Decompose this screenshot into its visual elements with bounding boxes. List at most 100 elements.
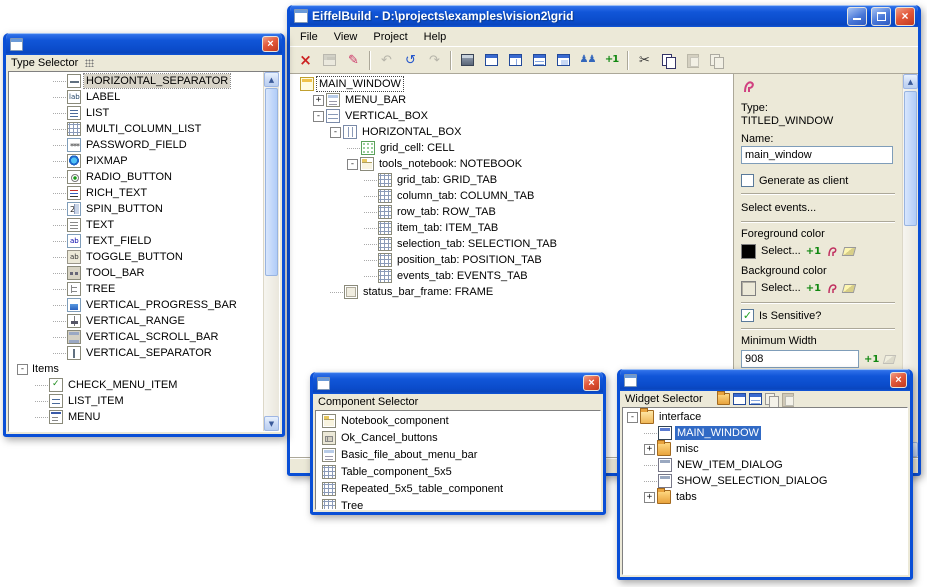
copy-icon[interactable] [765, 393, 778, 405]
menu-file[interactable]: File [292, 28, 326, 46]
eraser-icon[interactable] [883, 355, 896, 364]
structure-tree-item[interactable]: MAIN_WINDOW [292, 76, 733, 92]
foreground-select-button[interactable]: Select... [761, 243, 801, 259]
component-item[interactable]: Table_component_5x5 [316, 463, 600, 480]
widget-tree-item[interactable]: +misc [623, 441, 907, 457]
type-selector-item[interactable]: TOGGLE_BUTTON [9, 249, 279, 265]
type-selector-item[interactable]: LABEL [9, 89, 279, 105]
add-editor-icon[interactable]: +1 [600, 49, 623, 72]
type-selector-item[interactable]: -Items [9, 361, 279, 377]
select-events-button[interactable]: Select events... [741, 200, 895, 216]
structure-tree-item[interactable]: position_tab: POSITION_TAB [292, 252, 733, 268]
structure-tree-item[interactable]: column_tab: COLUMN_TAB [292, 188, 733, 204]
component-selector-window-icon[interactable] [504, 49, 527, 72]
close-button[interactable]: × [583, 375, 600, 391]
new-folder-icon[interactable] [717, 393, 730, 405]
pick-and-drop-icon[interactable] [826, 282, 838, 295]
type-selector-item[interactable]: VERTICAL_PROGRESS_BAR [9, 297, 279, 313]
copy-icon[interactable] [657, 49, 680, 72]
add-icon[interactable]: +1 [864, 354, 879, 365]
collapse-icon[interactable]: - [627, 412, 638, 423]
menu-help[interactable]: Help [416, 28, 455, 46]
type-selector-item[interactable]: TEXT_FIELD [9, 233, 279, 249]
structure-tree-item[interactable]: status_bar_frame: FRAME [292, 284, 733, 300]
structure-tree-item[interactable]: grid_cell: CELL [292, 140, 733, 156]
scrollbar-track[interactable] [264, 87, 279, 416]
add-widget-icon[interactable] [733, 393, 746, 405]
generate-as-client-checkbox[interactable]: Generate as client [741, 174, 895, 187]
scrollbar-thumb[interactable] [904, 91, 917, 226]
cut-icon[interactable]: ✂ [633, 49, 656, 72]
foreground-color-swatch[interactable] [741, 244, 756, 259]
reset-history-icon[interactable]: ↺ [399, 49, 422, 72]
structure-tree-item[interactable]: -VERTICAL_BOX [292, 108, 733, 124]
expand-icon[interactable]: + [644, 492, 655, 503]
type-selector-item[interactable]: VERTICAL_SCROLL_BAR [9, 329, 279, 345]
widget-tree-item[interactable]: SHOW_SELECTION_DIALOG [623, 473, 907, 489]
expand-icon[interactable]: + [313, 95, 324, 106]
grid-icon[interactable] [749, 393, 762, 405]
scroll-up-icon[interactable]: ▲ [903, 74, 918, 89]
add-icon[interactable]: +1 [806, 246, 821, 257]
users-icon[interactable]: ♟♟ [576, 49, 599, 72]
close-button[interactable]: × [890, 372, 907, 388]
collapse-icon[interactable]: - [330, 127, 341, 138]
component-item[interactable]: Basic_file_about_menu_bar [316, 446, 600, 463]
type-selector-titlebar[interactable]: × [6, 33, 282, 55]
component-item[interactable]: Ok_Cancel_buttons [316, 429, 600, 446]
type-selector-item[interactable]: MULTI_COLUMN_LIST [9, 121, 279, 137]
type-selector-item[interactable]: RICH_TEXT [9, 185, 279, 201]
widget-tree-item[interactable]: -interface [623, 409, 907, 425]
type-selector-item[interactable]: TEXT [9, 217, 279, 233]
structure-tree-item[interactable]: grid_tab: GRID_TAB [292, 172, 733, 188]
type-selector-item[interactable]: LIST [9, 105, 279, 121]
type-selector-item[interactable]: PASSWORD_FIELD [9, 137, 279, 153]
type-selector-item[interactable]: MENU [9, 409, 279, 425]
eraser-icon[interactable] [842, 284, 856, 293]
pick-and-drop-icon[interactable] [826, 245, 838, 258]
type-selector-item[interactable]: LIST_ITEM [9, 393, 279, 409]
main-titlebar[interactable]: EiffelBuild - D:\projects\examples\visio… [290, 5, 918, 27]
collapse-icon[interactable]: - [313, 111, 324, 122]
modify-tool-icon[interactable] [741, 79, 757, 95]
type-selector-item[interactable]: VERTICAL_RANGE [9, 313, 279, 329]
type-selector-item[interactable]: TREE [9, 281, 279, 297]
structure-tree-item[interactable]: -HORIZONTAL_BOX [292, 124, 733, 140]
close-button[interactable]: × [895, 7, 915, 26]
name-input[interactable] [741, 146, 893, 164]
minimize-button[interactable] [847, 7, 867, 26]
type-selector-item[interactable]: HORIZONTAL_SEPARATOR [9, 73, 279, 89]
component-item[interactable]: Repeated_5x5_table_component [316, 480, 600, 497]
widget-tree-item[interactable]: +tabs [623, 489, 907, 505]
structure-tree-item[interactable]: +MENU_BAR [292, 92, 733, 108]
generate-code-icon[interactable] [456, 49, 479, 72]
component-item[interactable]: Tree [316, 497, 600, 510]
background-select-button[interactable]: Select... [761, 280, 801, 296]
grip-icon[interactable] [85, 59, 94, 67]
add-icon[interactable]: +1 [806, 283, 821, 294]
type-selector-item[interactable]: VERTICAL_SEPARATOR [9, 345, 279, 361]
object-editor-window-icon[interactable] [552, 49, 575, 72]
menu-project[interactable]: Project [365, 28, 415, 46]
component-selector-titlebar[interactable]: × [313, 372, 603, 394]
widget-selector-titlebar[interactable]: × [620, 369, 910, 391]
close-button[interactable]: × [262, 36, 279, 52]
structure-tree-item[interactable]: row_tab: ROW_TAB [292, 204, 733, 220]
structure-tree-item[interactable]: events_tab: EVENTS_TAB [292, 268, 733, 284]
collapse-icon[interactable]: - [347, 159, 358, 170]
collapse-icon[interactable]: - [17, 364, 28, 375]
type-selector-item[interactable]: TOOL_BAR [9, 265, 279, 281]
type-selector-scrollbar[interactable]: ▲ ▼ [263, 72, 279, 431]
structure-tree-item[interactable]: selection_tab: SELECTION_TAB [292, 236, 733, 252]
type-selector-item[interactable]: SPIN_BUTTON [9, 201, 279, 217]
widget-selector-window-icon[interactable] [528, 49, 551, 72]
type-selector-window-icon[interactable] [480, 49, 503, 72]
delete-icon[interactable]: × [294, 49, 317, 72]
expand-icon[interactable]: + [644, 444, 655, 455]
menu-view[interactable]: View [326, 28, 366, 46]
is-sensitive-checkbox[interactable]: ✓ Is Sensitive? [741, 309, 895, 322]
minimum-width-input[interactable] [741, 350, 859, 368]
structure-tree-item[interactable]: item_tab: ITEM_TAB [292, 220, 733, 236]
scroll-up-icon[interactable]: ▲ [264, 72, 279, 87]
type-selector-item[interactable]: PIXMAP [9, 153, 279, 169]
